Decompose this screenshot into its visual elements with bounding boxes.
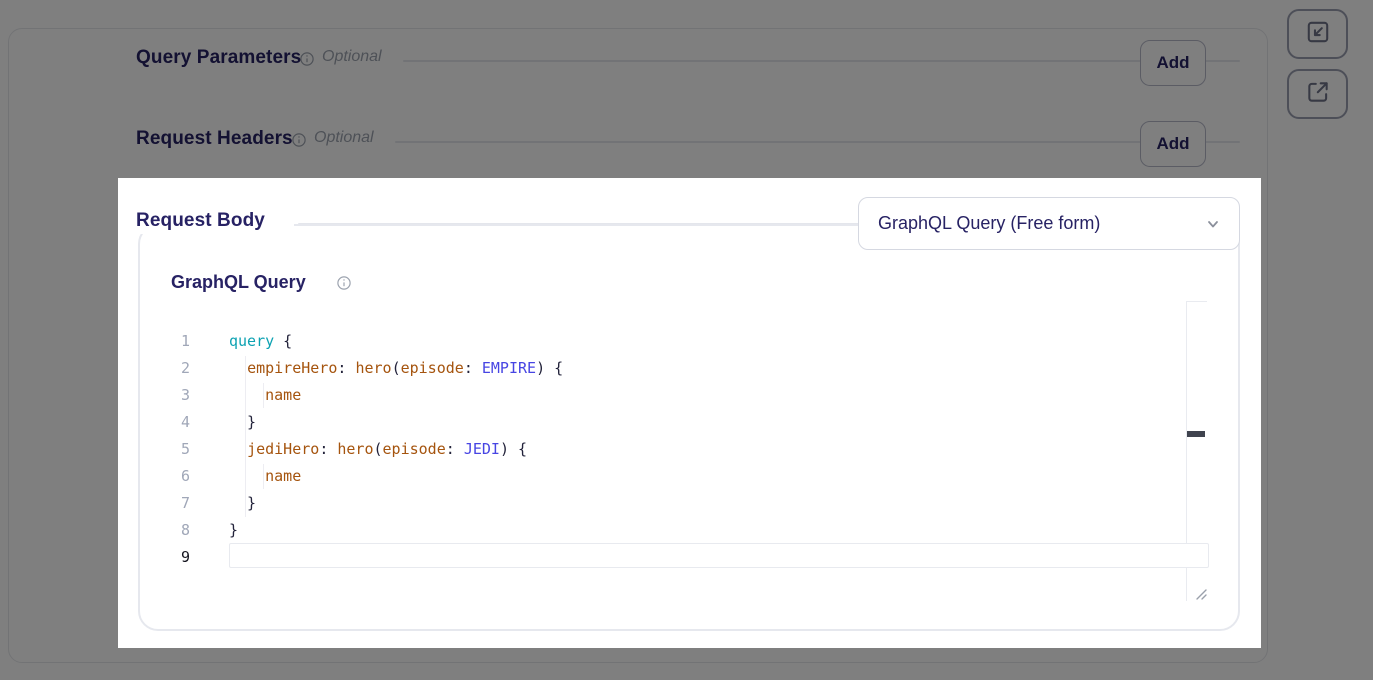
info-icon[interactable]: [337, 276, 351, 290]
line-number: 3: [160, 382, 190, 409]
page: Query Parameters Optional Add Request He…: [0, 0, 1373, 680]
code-line[interactable]: 5 jediHero: hero(episode: JEDI) {: [160, 436, 1200, 463]
code-line[interactable]: 7 }: [160, 490, 1200, 517]
line-number: 2: [160, 355, 190, 382]
resize-grip-icon[interactable]: [1190, 583, 1208, 606]
line-number: 8: [160, 517, 190, 544]
body-type-select[interactable]: GraphQL Query (Free form): [858, 197, 1240, 250]
code-line[interactable]: 6 name: [160, 463, 1200, 490]
dim-overlay: [0, 648, 1373, 680]
line-number: 1: [160, 328, 190, 355]
request-body-title: Request Body: [136, 210, 265, 232]
code-lines[interactable]: 1query {2 empireHero: hero(episode: EMPI…: [160, 328, 1200, 571]
code-line[interactable]: 2 empireHero: hero(episode: EMPIRE) {: [160, 355, 1200, 382]
line-number: 7: [160, 490, 190, 517]
code-line[interactable]: 4 }: [160, 409, 1200, 436]
line-number: 6: [160, 463, 190, 490]
chevron-down-icon: [1203, 214, 1223, 234]
dim-overlay: [0, 178, 118, 648]
dim-overlay: [0, 0, 1373, 178]
code-line[interactable]: 9: [160, 544, 1200, 571]
body-type-select-value: GraphQL Query (Free form): [878, 213, 1203, 234]
line-number: 9: [160, 544, 190, 571]
code-line[interactable]: 3 name: [160, 382, 1200, 409]
code-line[interactable]: 1query {: [160, 328, 1200, 355]
indent-guide: [263, 464, 264, 489]
line-number: 5: [160, 436, 190, 463]
code-line[interactable]: 8}: [160, 517, 1200, 544]
indent-guide: [245, 356, 246, 517]
graphql-query-label: GraphQL Query: [171, 272, 306, 293]
line-number: 4: [160, 409, 190, 436]
dim-overlay: [1261, 178, 1373, 648]
indent-guide: [263, 383, 264, 408]
